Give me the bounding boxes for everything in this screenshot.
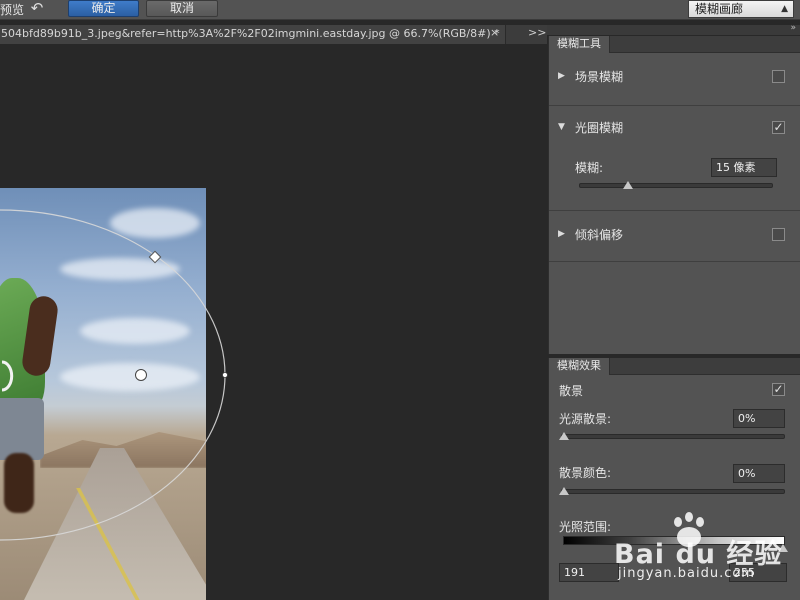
iris-edge-handle[interactable] bbox=[222, 372, 228, 378]
ok-button[interactable]: 确定 bbox=[68, 0, 139, 17]
light-range-low-input[interactable]: 191 bbox=[559, 563, 619, 582]
field-blur-checkbox[interactable] bbox=[772, 70, 785, 83]
collapse-panels-icon[interactable]: » bbox=[790, 23, 796, 33]
bokeh-color-slider-thumb[interactable] bbox=[559, 487, 569, 495]
light-range-gradient[interactable] bbox=[563, 536, 785, 545]
field-blur-title[interactable]: 场景模糊 bbox=[575, 68, 623, 85]
blur-gallery-dropdown-value: 模糊画廊 bbox=[695, 2, 744, 16]
panel-dock-header: » bbox=[547, 23, 800, 35]
light-range-high-input[interactable]: 255 bbox=[729, 563, 787, 582]
blur-tools-tab[interactable]: 模糊工具 bbox=[549, 36, 610, 53]
document-tab-title: 504bfd89b91b_3.jpeg&refer=http%3A%2F%2F0… bbox=[1, 27, 500, 40]
bokeh-color-label: 散景颜色: bbox=[559, 466, 612, 480]
tab-close-icon[interactable]: × bbox=[490, 26, 499, 39]
tilt-shift-checkbox[interactable] bbox=[772, 228, 785, 241]
bokeh-label: 散景 bbox=[559, 384, 584, 398]
blur-amount-slider-thumb[interactable] bbox=[622, 181, 633, 189]
dropdown-arrows-icon: ▲ bbox=[781, 4, 788, 14]
blur-effects-panel: 模糊效果 散景 ✓ 光源散景: 0% 散景颜色: 0% 光照范围: 191 25… bbox=[548, 358, 800, 600]
iris-blur-checkbox[interactable]: ✓ bbox=[772, 121, 785, 134]
bokeh-checkbox[interactable]: ✓ bbox=[772, 383, 785, 396]
tilt-shift-title[interactable]: 倾斜偏移 bbox=[575, 226, 623, 243]
iris-center-pin[interactable] bbox=[135, 369, 147, 381]
blur-amount-slider[interactable] bbox=[579, 183, 773, 188]
field-blur-section: ▶ 场景模糊 bbox=[549, 54, 800, 106]
collapse-triangle-icon[interactable]: ▼ bbox=[558, 122, 565, 132]
expand-triangle-icon[interactable]: ▶ bbox=[558, 71, 565, 81]
iris-blur-overlay bbox=[0, 209, 228, 541]
light-bokeh-label: 光源散景: bbox=[559, 412, 612, 426]
light-range-high-thumb[interactable] bbox=[778, 544, 788, 552]
iris-blur-section: ▼ 光圈模糊 ✓ 模糊: 15 像素 bbox=[549, 107, 800, 211]
blur-amount-input[interactable]: 15 像素 bbox=[711, 158, 777, 177]
light-bokeh-slider[interactable] bbox=[561, 434, 785, 439]
blur-gallery-dropdown[interactable]: 模糊画廊 ▲ bbox=[688, 0, 794, 18]
reset-pin-icon[interactable]: ↶ bbox=[26, 0, 48, 18]
iris-feather-handle[interactable] bbox=[1, 360, 14, 392]
document-tab-bar: 504bfd89b91b_3.jpeg&refer=http%3A%2F%2F0… bbox=[0, 25, 547, 44]
tab-overflow-icon[interactable]: >> bbox=[528, 26, 546, 39]
iris-blur-title[interactable]: 光圈模糊 bbox=[575, 119, 623, 136]
blur-amount-label: 模糊: bbox=[575, 161, 604, 175]
cancel-button[interactable]: 取消 bbox=[146, 0, 218, 17]
options-bar: 预览 ↶ 确定 取消 模糊画廊 ▲ bbox=[0, 0, 800, 20]
light-bokeh-slider-thumb[interactable] bbox=[559, 432, 569, 440]
tilt-shift-section: ▶ 倾斜偏移 bbox=[549, 212, 800, 262]
document-tab[interactable]: 504bfd89b91b_3.jpeg&refer=http%3A%2F%2F0… bbox=[0, 25, 506, 44]
iris-blur-ellipse[interactable] bbox=[0, 209, 226, 541]
bokeh-color-input[interactable]: 0% bbox=[733, 464, 785, 483]
light-bokeh-input[interactable]: 0% bbox=[733, 409, 785, 428]
light-range-label: 光照范围: bbox=[559, 520, 612, 534]
expand-triangle-icon[interactable]: ▶ bbox=[558, 229, 565, 239]
blur-effects-tab[interactable]: 模糊效果 bbox=[549, 358, 610, 375]
blur-tools-panel: 模糊工具 ▶ 场景模糊 ▼ 光圈模糊 ✓ 模糊: 15 像素 ▶ 倾斜偏移 bbox=[548, 36, 800, 354]
bokeh-color-slider[interactable] bbox=[561, 489, 785, 494]
preview-label: 预览 bbox=[0, 3, 25, 17]
